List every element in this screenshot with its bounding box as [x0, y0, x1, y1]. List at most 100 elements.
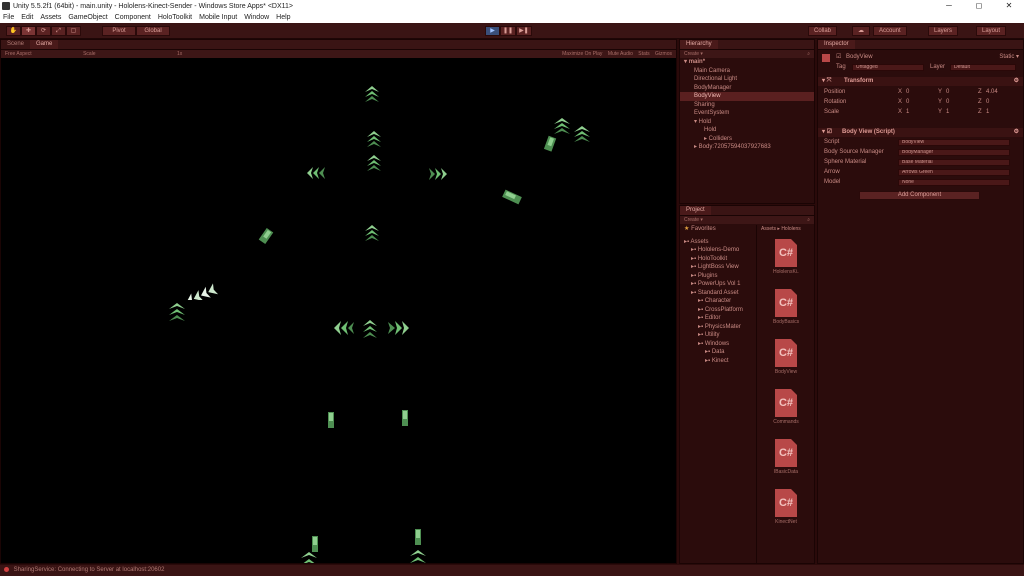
hierarchy-item[interactable]: EventSystem	[680, 109, 814, 118]
free-aspect-dropdown[interactable]: Free Aspect	[5, 51, 32, 57]
project-folder-item[interactable]: ▸▪ HoloToolkit	[680, 255, 756, 264]
hierarchy-item[interactable]: BodyView	[680, 92, 814, 101]
transform-header[interactable]: ▾ ⤧ Transform ⚙	[818, 77, 1023, 86]
axis-y-field[interactable]: 0	[946, 88, 949, 97]
rotate-tool-button[interactable]: ⟳	[36, 26, 51, 36]
close-button[interactable]: ✕	[994, 0, 1024, 12]
menu-window[interactable]: Window	[244, 14, 269, 21]
axis-x-field[interactable]: 0	[906, 88, 909, 97]
tab-game[interactable]: Game	[30, 40, 59, 49]
account-dropdown[interactable]: Account	[873, 26, 907, 36]
layers-dropdown[interactable]: Layers	[928, 26, 959, 36]
script-file-tile[interactable]: C# HololensKi...	[773, 239, 799, 275]
script-header[interactable]: ▾ ☑ Body View (Script) ⚙	[818, 128, 1023, 137]
status-message[interactable]: SharingService: Connecting to Server at …	[14, 567, 165, 573]
menu-assets[interactable]: Assets	[40, 14, 61, 21]
project-folder-item[interactable]: ▸▪ CrossPlatform	[680, 306, 756, 315]
project-folder-item[interactable]: ▸▪ Plugins	[680, 272, 756, 281]
minimize-button[interactable]: ─	[934, 0, 964, 12]
maximize-on-play-toggle[interactable]: Maximize On Play	[562, 51, 602, 57]
hierarchy-item[interactable]: Directional Light	[680, 75, 814, 84]
scene-root[interactable]: ▾ main*	[680, 58, 814, 67]
hand-tool-button[interactable]: ✋	[6, 26, 21, 36]
play-button[interactable]: ▶	[485, 26, 500, 36]
cloud-button[interactable]: ☁	[852, 26, 870, 36]
project-folder-item[interactable]: ▸▪ Character	[680, 297, 756, 306]
project-folder-item[interactable]: ▸▪ Utility	[680, 331, 756, 340]
script-settings-icon[interactable]: ⚙	[1014, 128, 1019, 137]
axis-z-field[interactable]: 1	[986, 108, 989, 117]
script-file-tile[interactable]: C# KinectNet	[773, 489, 799, 525]
menu-file[interactable]: File	[3, 14, 14, 21]
project-folder-item[interactable]: ▸▪ Windows	[680, 340, 756, 349]
add-component-button[interactable]: Add Component	[859, 191, 980, 200]
gizmos-dropdown[interactable]: Gizmos	[655, 51, 672, 57]
object-reference-field[interactable]: BodyManager	[898, 149, 1010, 156]
active-checkbox[interactable]: ☑	[836, 53, 841, 62]
game-viewport[interactable]	[1, 58, 676, 563]
pause-button[interactable]: ❚❚	[500, 26, 517, 36]
collab-button[interactable]: Collab	[808, 26, 838, 36]
object-reference-field[interactable]: Base Material	[898, 159, 1010, 166]
hierarchy-item[interactable]: ▾ Hold	[680, 118, 814, 127]
object-reference-field[interactable]: None	[898, 179, 1010, 186]
hierarchy-item[interactable]: Hold	[680, 126, 814, 135]
hierarchy-item[interactable]: Sharing	[680, 101, 814, 110]
breadcrumb-assets[interactable]: Assets	[761, 226, 776, 232]
project-search-icon[interactable]: ⌕	[807, 216, 810, 224]
tag-dropdown[interactable]: Untagged	[852, 64, 924, 71]
axis-y-field[interactable]: 1	[946, 108, 949, 117]
hierarchy-item[interactable]: Main Camera	[680, 67, 814, 76]
object-reference-field[interactable]: BodyView	[898, 139, 1010, 146]
step-button[interactable]: ▶❚	[516, 26, 532, 36]
script-file-tile[interactable]: C# BodyBasics	[773, 289, 799, 325]
layout-dropdown[interactable]: Layout	[976, 26, 1007, 36]
menu-gameobject[interactable]: GameObject	[68, 14, 107, 21]
hierarchy-item[interactable]: ▸ Body:72057594037927683	[680, 143, 814, 152]
move-tool-button[interactable]: ✚	[21, 26, 36, 36]
axis-x-field[interactable]: 0	[906, 98, 909, 107]
menu-holotoolkit[interactable]: HoloToolkit	[158, 14, 192, 21]
project-folder-item[interactable]: ▸▪ PhysicsMater	[680, 323, 756, 332]
project-folder-item[interactable]: ▸▪ PowerUps Vol 1	[680, 280, 756, 289]
axis-x-field[interactable]: 1	[906, 108, 909, 117]
tab-inspector[interactable]: Inspector	[818, 40, 855, 49]
mute-audio-toggle[interactable]: Mute Audio	[608, 51, 633, 57]
tab-project[interactable]: Project	[680, 206, 711, 215]
menu-component[interactable]: Component	[115, 14, 151, 21]
object-reference-field[interactable]: Arrows Green	[898, 169, 1010, 176]
component-settings-icon[interactable]: ⚙	[1014, 77, 1019, 86]
project-folder-item[interactable]: ▸▪ Hololens-Demo	[680, 246, 756, 255]
scale-value[interactable]: 1x	[177, 51, 182, 57]
static-toggle[interactable]: Static ▾	[999, 53, 1019, 62]
hierarchy-item[interactable]: BodyManager	[680, 84, 814, 93]
hierarchy-item[interactable]: ▸ Colliders	[680, 135, 814, 144]
project-folder-item[interactable]: ▸▪ Data	[680, 348, 756, 357]
axis-y-field[interactable]: 0	[946, 98, 949, 107]
menu-mobile-input[interactable]: Mobile Input	[199, 14, 237, 21]
layer-dropdown[interactable]: Default	[950, 64, 1016, 71]
stats-toggle[interactable]: Stats	[638, 51, 649, 57]
tab-hierarchy[interactable]: Hierarchy	[680, 40, 718, 49]
menu-edit[interactable]: Edit	[21, 14, 33, 21]
hierarchy-create-dropdown[interactable]: Create ▾	[684, 50, 703, 58]
favorites-item[interactable]: ★ Favorites	[680, 225, 756, 234]
script-file-tile[interactable]: C# BodyView	[773, 339, 799, 375]
script-file-tile[interactable]: C# Commands	[773, 389, 799, 425]
object-name-field[interactable]: BodyView	[846, 53, 873, 62]
hierarchy-search-icon[interactable]: ⌕	[807, 50, 810, 58]
axis-z-field[interactable]: 4.04	[986, 88, 998, 97]
project-folder-item[interactable]: ▸▪ Standard Asset	[680, 289, 756, 298]
pivot-toggle[interactable]: Pivot	[102, 26, 136, 36]
menu-help[interactable]: Help	[276, 14, 290, 21]
scale-tool-button[interactable]: ⤢	[51, 26, 66, 36]
project-create-dropdown[interactable]: Create ▾	[684, 216, 703, 224]
project-folder-item[interactable]: ▸▪ Editor	[680, 314, 756, 323]
script-file-tile[interactable]: C# IBasicData	[773, 439, 799, 475]
breadcrumb-hololens[interactable]: Hololens	[781, 226, 800, 232]
project-folder-item[interactable]: ▸▪ Kinect	[680, 357, 756, 366]
project-folder-item[interactable]: ▸▪ LightBoss View	[680, 263, 756, 272]
maximize-button[interactable]: ◻	[964, 0, 994, 12]
project-folder-item[interactable]: ▸▪ Assets	[680, 238, 756, 247]
tab-scene[interactable]: Scene	[1, 40, 30, 49]
